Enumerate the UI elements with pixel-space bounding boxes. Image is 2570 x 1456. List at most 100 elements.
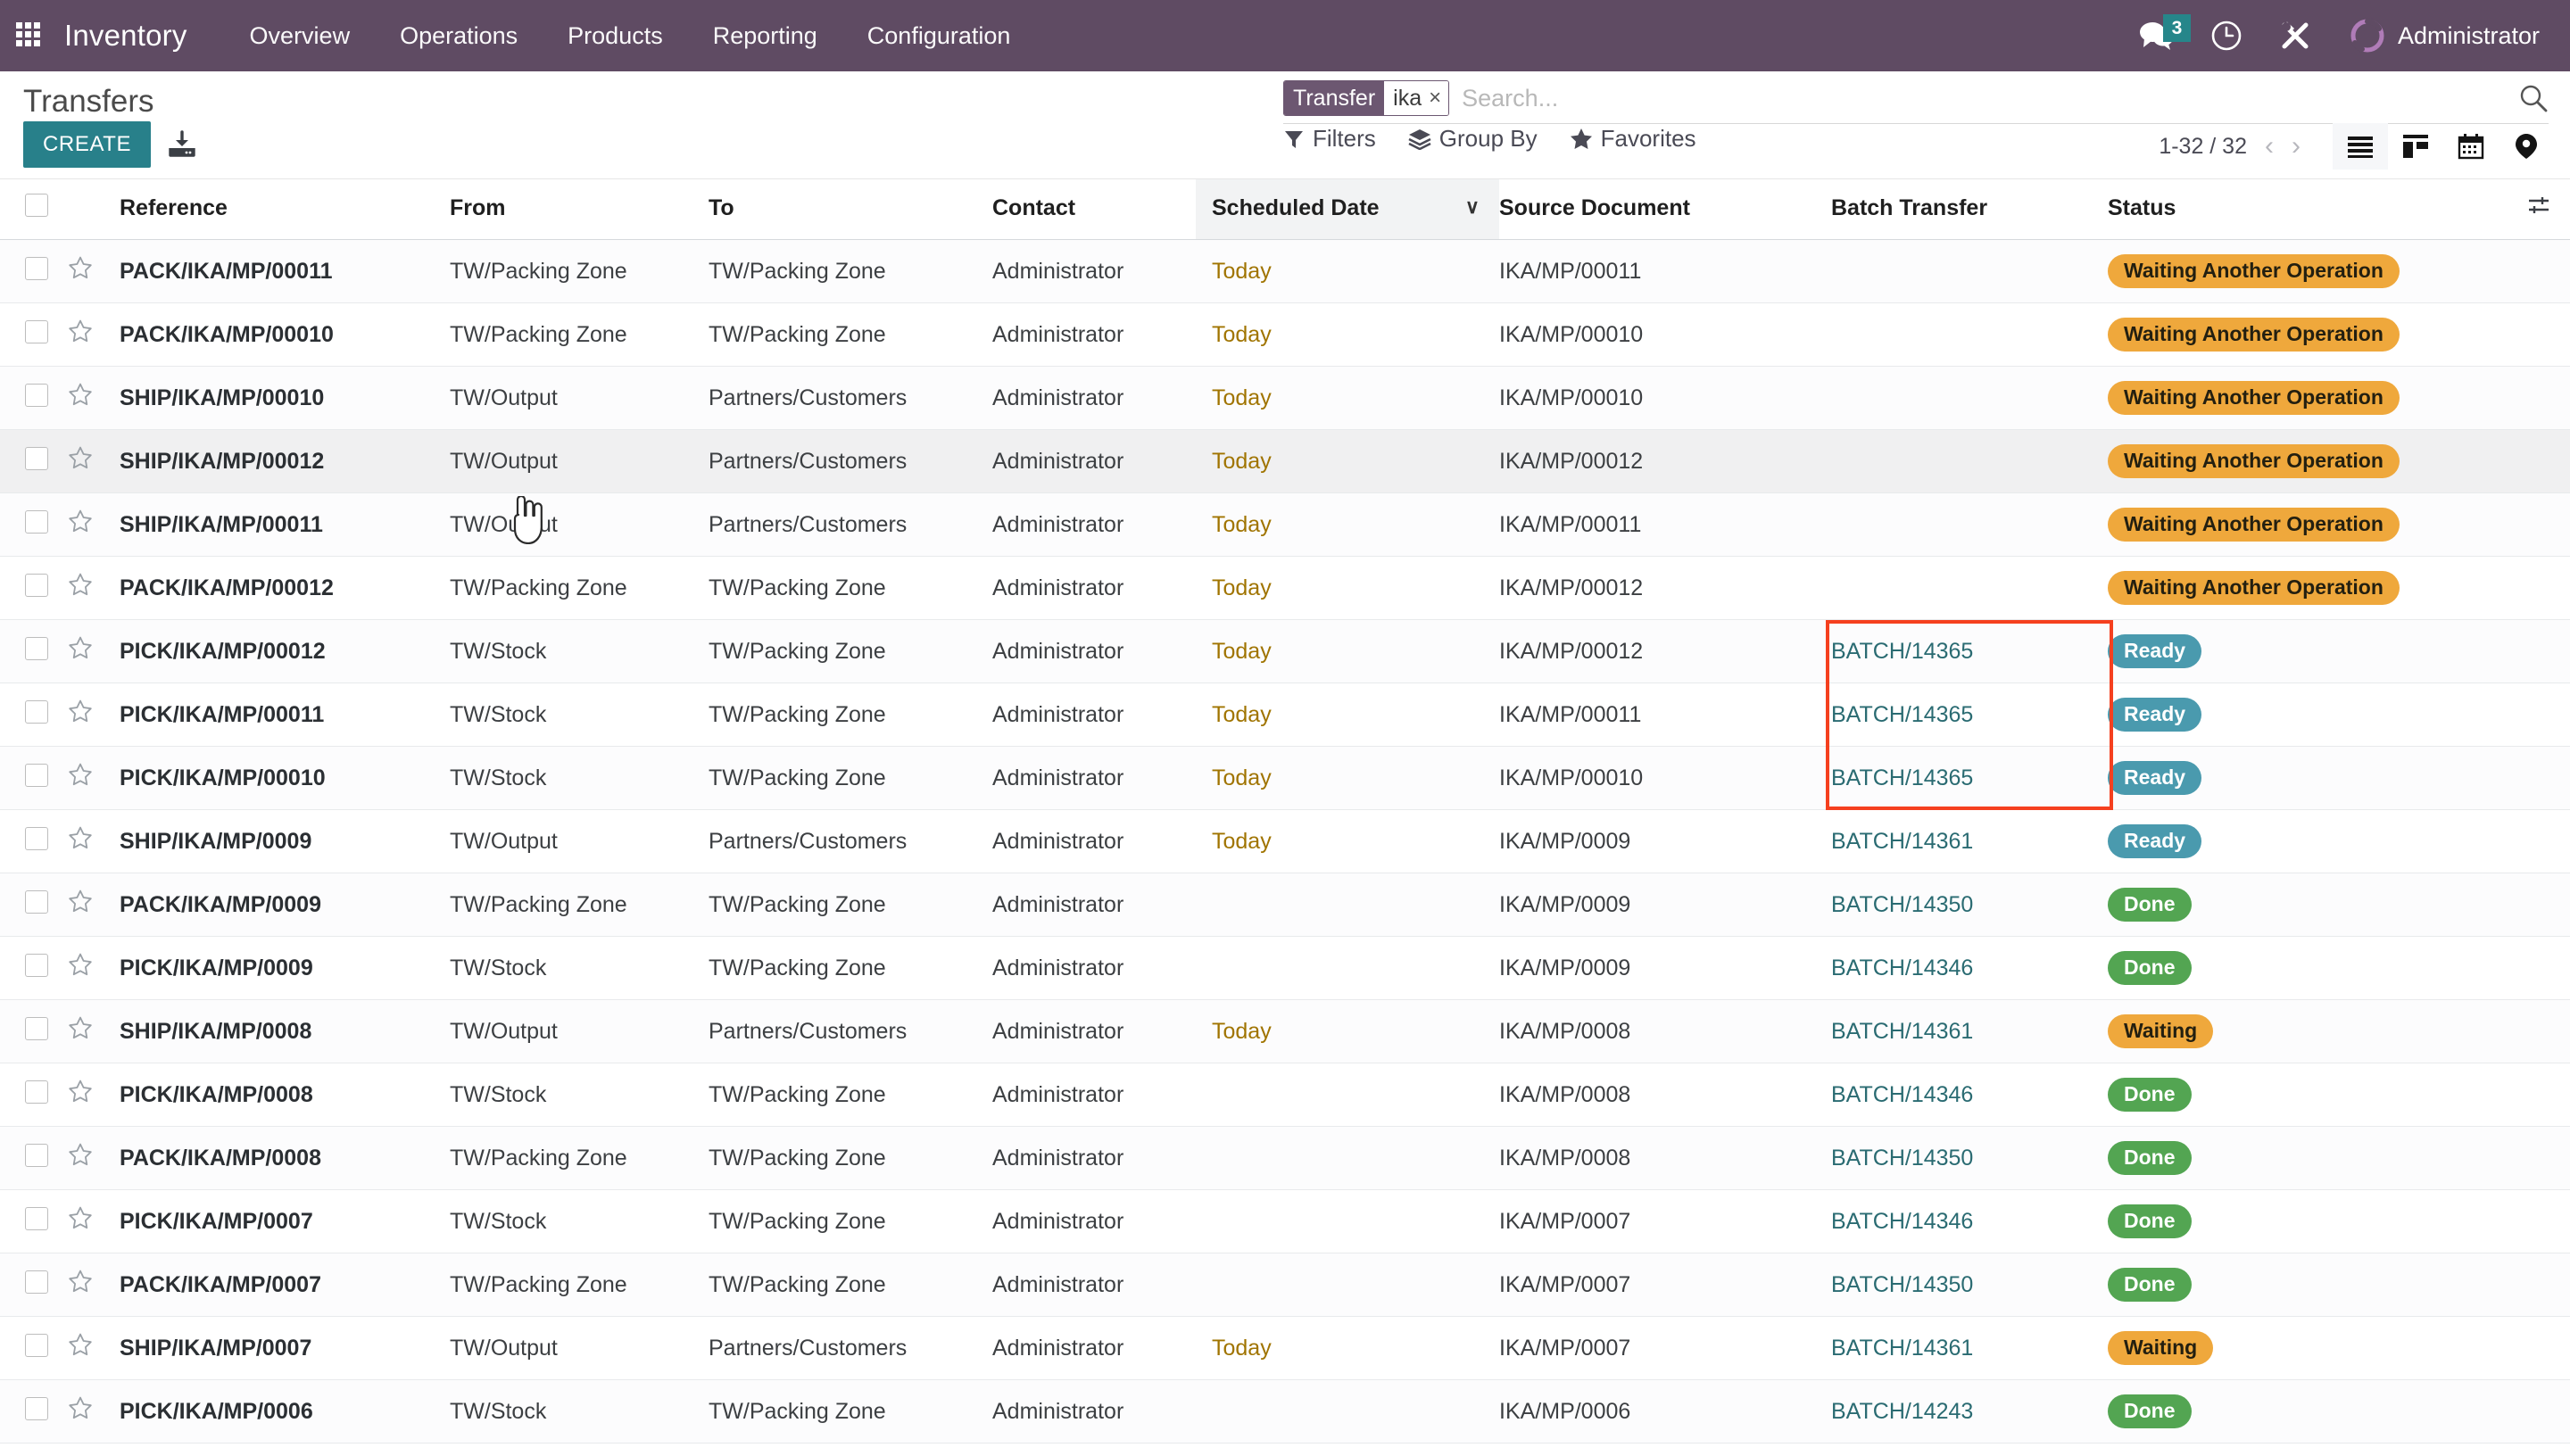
cell-reference[interactable]: SHIP/IKA/MP/0008 [120,999,450,1063]
favorite-star-button[interactable] [68,509,93,540]
table-row[interactable]: PICK/IKA/MP/0008 TW/Stock TW/Packing Zone A… [0,1063,2570,1127]
favorite-star-button[interactable] [68,953,93,983]
cell-reference[interactable]: SHIP/IKA/MP/00012 [120,429,450,493]
favorite-star-button[interactable] [68,256,93,286]
cell-batch-transfer-link[interactable]: BATCH/14350 [1831,1272,1973,1297]
group-by-dropdown-button[interactable]: Group By [1408,125,1538,153]
search-facet-transfer[interactable]: Transfer ika × [1283,80,1450,116]
table-row[interactable]: PICK/IKA/MP/00010 TW/Stock TW/Packing Zone… [0,746,2570,810]
cell-batch-transfer-link[interactable]: BATCH/14346 [1831,1209,1973,1234]
row-checkbox[interactable] [25,763,48,787]
column-header-from[interactable]: From [450,179,709,240]
cell-reference[interactable]: PICK/IKA/MP/0008 [120,1063,450,1127]
cell-reference[interactable]: PICK/IKA/MP/00010 [120,746,450,810]
search-input[interactable] [1449,84,2508,112]
cell-reference[interactable]: SHIP/IKA/MP/0009 [120,809,450,873]
app-brand-inventory[interactable]: Inventory [64,19,187,53]
row-checkbox[interactable] [25,1396,48,1420]
activity-button[interactable] [2193,0,2260,71]
favorite-star-button[interactable] [68,889,93,920]
cell-reference[interactable]: PACK/IKA/MP/0007 [120,1253,450,1317]
pager-previous-button[interactable]: ‹ [2256,133,2283,160]
cell-reference[interactable]: PICK/IKA/MP/0007 [120,1189,450,1253]
select-all-checkbox[interactable] [25,194,48,217]
cell-batch-transfer-link[interactable]: BATCH/14361 [1831,1019,1973,1044]
column-header-batch-transfer[interactable]: Batch Transfer [1831,179,2108,240]
menu-item-overview[interactable]: Overview [225,0,376,71]
pager-next-button[interactable]: › [2283,133,2309,160]
calendar-view-button[interactable] [2443,123,2499,170]
table-row[interactable]: SHIP/IKA/MP/0007 TW/Output Partners/Custom… [0,1316,2570,1380]
row-checkbox[interactable] [25,573,48,597]
cell-batch-transfer-link[interactable]: BATCH/14365 [1831,765,1973,790]
cell-batch-transfer-link[interactable]: BATCH/14350 [1831,892,1973,917]
row-checkbox[interactable] [25,1016,48,1040]
row-checkbox[interactable] [25,509,48,534]
cell-batch-transfer-link[interactable]: BATCH/14365 [1831,639,1973,664]
user-menu[interactable]: Administrator [2330,0,2549,71]
cell-reference[interactable]: PACK/IKA/MP/00012 [120,556,450,620]
column-header-scheduled-date[interactable]: Scheduled Date ∨ [1196,179,1499,240]
cell-batch-transfer-link[interactable]: BATCH/14346 [1831,1082,1973,1107]
column-header-status[interactable]: Status [2108,179,2570,240]
table-row[interactable]: PICK/IKA/MP/0009 TW/Stock TW/Packing Zone A… [0,936,2570,1000]
row-checkbox[interactable] [25,319,48,343]
messages-button[interactable]: 3 [2121,0,2193,71]
column-options-icon[interactable] [2527,195,2570,220]
row-checkbox[interactable] [25,446,48,470]
cell-reference[interactable]: PACK/IKA/MP/0009 [120,873,450,937]
close-icon[interactable]: × [1429,87,1441,109]
table-row[interactable]: PACK/IKA/MP/0008 TW/Packing Zone TW/Packin… [0,1126,2570,1190]
cell-batch-transfer-link[interactable]: BATCH/14243 [1831,1399,1973,1424]
table-row[interactable]: PACK/IKA/MP/00012 TW/Packing Zone TW/Packi… [0,556,2570,620]
filters-dropdown-button[interactable]: Filters [1283,125,1376,153]
cell-batch-transfer-link[interactable]: BATCH/14365 [1831,702,1973,727]
import-button[interactable] [167,130,197,159]
favorite-star-button[interactable] [68,826,93,856]
row-checkbox[interactable] [25,1270,48,1294]
table-row[interactable]: SHIP/IKA/MP/0008 TW/Output Partners/Custom… [0,999,2570,1063]
table-row[interactable]: SHIP/IKA/MP/00012 TW/Output Partners/Custo… [0,429,2570,493]
favorite-star-button[interactable] [68,699,93,730]
favorite-star-button[interactable] [68,1016,93,1046]
cell-batch-transfer-link[interactable]: BATCH/14350 [1831,1146,1973,1171]
favorite-star-button[interactable] [68,1270,93,1300]
table-row[interactable]: PACK/IKA/MP/0009 TW/Packing Zone TW/Packin… [0,873,2570,937]
cell-reference[interactable]: PACK/IKA/MP/0008 [120,1126,450,1190]
create-button[interactable]: CREATE [23,121,152,168]
table-row[interactable]: SHIP/IKA/MP/00010 TW/Output Partners/Custo… [0,366,2570,430]
cell-reference[interactable]: SHIP/IKA/MP/00010 [120,366,450,430]
column-header-contact[interactable]: Contact [992,179,1196,240]
cell-reference[interactable]: PACK/IKA/MP/00010 [120,302,450,367]
table-row[interactable]: PACK/IKA/MP/00010 TW/Packing Zone TW/Packi… [0,302,2570,367]
cell-reference[interactable]: PICK/IKA/MP/0006 [120,1379,450,1444]
table-row[interactable]: SHIP/IKA/MP/0009 TW/Output Partners/Custom… [0,809,2570,873]
favorite-star-button[interactable] [68,446,93,476]
row-checkbox[interactable] [25,953,48,977]
favorites-dropdown-button[interactable]: Favorites [1570,125,1696,153]
table-row[interactable]: SHIP/IKA/MP/00011 TW/Output Partners/Custo… [0,492,2570,557]
favorite-star-button[interactable] [68,763,93,793]
kanban-view-button[interactable] [2388,123,2443,170]
table-row[interactable]: PICK/IKA/MP/00011 TW/Stock TW/Packing Zone… [0,682,2570,747]
cell-reference[interactable]: PICK/IKA/MP/0009 [120,936,450,1000]
apps-grid-icon[interactable] [16,22,43,49]
column-header-to[interactable]: To [709,179,992,240]
favorite-star-button[interactable] [68,573,93,603]
favorite-star-button[interactable] [68,1206,93,1237]
row-checkbox[interactable] [25,1080,48,1104]
row-checkbox[interactable] [25,1143,48,1167]
cell-reference[interactable]: PICK/IKA/MP/00011 [120,682,450,747]
list-view-button[interactable] [2333,123,2388,170]
favorite-star-button[interactable] [68,1080,93,1110]
row-checkbox[interactable] [25,826,48,850]
row-checkbox[interactable] [25,256,48,280]
menu-item-products[interactable]: Products [543,0,688,71]
cell-batch-transfer-link[interactable]: BATCH/14361 [1831,1336,1973,1361]
menu-item-configuration[interactable]: Configuration [842,0,1036,71]
row-checkbox[interactable] [25,1333,48,1357]
column-header-reference[interactable]: Reference [120,179,450,240]
menu-item-reporting[interactable]: Reporting [688,0,842,71]
cell-reference[interactable]: SHIP/IKA/MP/0007 [120,1316,450,1380]
column-header-source-document[interactable]: Source Document [1499,179,1831,240]
